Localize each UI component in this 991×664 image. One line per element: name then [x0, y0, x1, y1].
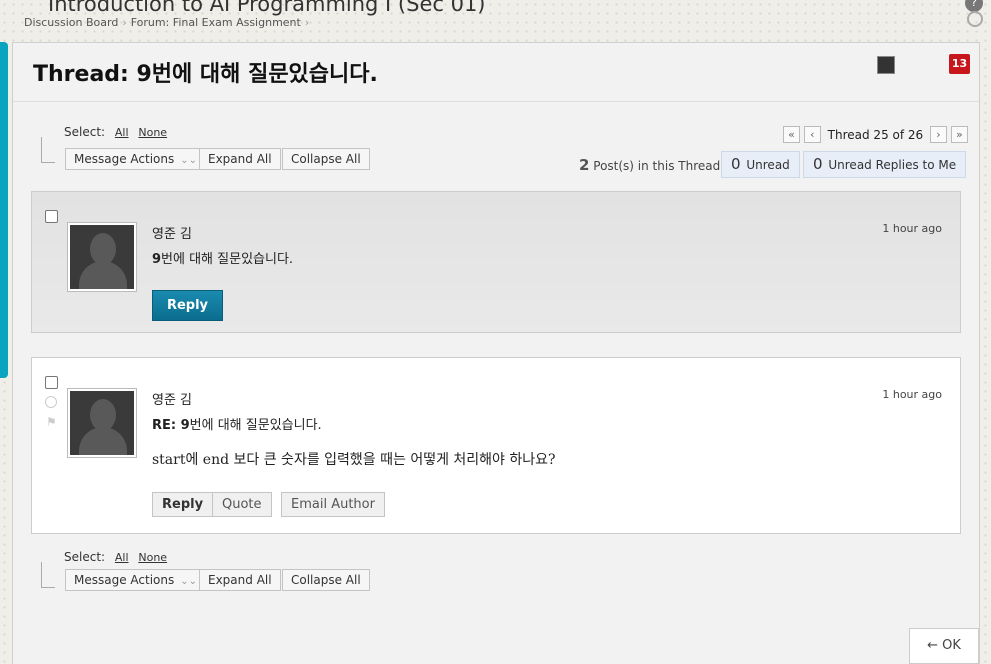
post-time: 1 hour ago	[882, 222, 942, 235]
collapse-all-button[interactable]: Collapse All	[282, 569, 370, 591]
select-all-link[interactable]: All	[115, 551, 129, 564]
notification-badge[interactable]: 13	[949, 54, 970, 74]
page-title: Thread: 9번에 대해 질문있습니다.	[33, 62, 378, 87]
post-count-value: 2	[579, 156, 590, 174]
unread-count: 0	[731, 155, 741, 173]
select-row: Select: All None	[64, 125, 167, 139]
breadcrumb-discussion-board[interactable]: Discussion Board	[24, 16, 118, 29]
pager-text: Thread 25 of 26	[827, 127, 924, 142]
select-none-link[interactable]: None	[138, 126, 167, 139]
course-title: Introduction to AI Programming Ⅰ (Sec 01…	[48, 0, 486, 16]
unread-label: Unread	[746, 158, 790, 172]
select-all-link[interactable]: All	[115, 126, 129, 139]
user-avatar-icon[interactable]	[877, 56, 895, 74]
select-row: Select: All None	[64, 550, 167, 564]
message-actions-button[interactable]: Message Actions ⌄⌄	[65, 569, 207, 591]
quote-button[interactable]: Quote	[212, 492, 272, 517]
post-body: start에 end 보다 큰 숫자를 입력했을 때는 어떻게 처리해야 하나요…	[152, 452, 556, 468]
chevron-left-icon[interactable]: ‹	[803, 126, 821, 143]
expand-all-button[interactable]: Expand All	[199, 569, 281, 591]
post-subject-prefix: 9	[152, 252, 162, 267]
course-menu-toggle[interactable]	[0, 42, 8, 378]
flag-icon[interactable]: ⚑	[46, 415, 57, 429]
breadcrumb: Discussion Board › Forum: Final Exam Assig…	[24, 16, 313, 29]
message-actions-label: Message Actions	[74, 152, 175, 166]
chevron-down-icon: ⌄⌄	[180, 576, 198, 587]
avatar	[68, 223, 136, 291]
chevron-down-icon: ⌄⌄	[180, 155, 198, 166]
posts-count: 2 Post(s) in this Thread	[579, 156, 720, 174]
collapse-all-button[interactable]: Collapse All	[282, 148, 370, 170]
post-subject: 9번에 대해 질문있습니다.	[152, 248, 293, 267]
double-chevron-right-icon[interactable]: »	[950, 126, 968, 143]
thread-pager: « ‹ Thread 25 of 26 › »	[783, 126, 968, 144]
post-item: 영준 김 9번에 대해 질문있습니다. 1 hour ago Reply	[31, 191, 961, 333]
post-subject: RE: 9번에 대해 질문있습니다.	[152, 414, 322, 433]
post-subject-text: 번에 대해 질문있습니다.	[161, 252, 294, 267]
select-label: Select:	[64, 550, 106, 564]
breadcrumb-separator-icon: ›	[304, 16, 310, 29]
ok-button[interactable]: ← OK	[909, 628, 979, 664]
double-chevron-left-icon[interactable]: «	[783, 126, 800, 143]
avatar	[68, 389, 136, 457]
post-author[interactable]: 영준 김	[152, 389, 192, 408]
post-subject-text: 번에 대해 질문있습니다.	[189, 418, 322, 433]
unread-replies-label: Unread Replies to Me	[828, 158, 957, 172]
read-status-icon[interactable]	[45, 396, 57, 408]
email-author-button[interactable]: Email Author	[281, 492, 385, 517]
chevron-right-icon[interactable]: ›	[930, 126, 947, 143]
post-item: ⚑ 영준 김 RE: 9번에 대해 질문있습니다. start에 end 보다 …	[31, 357, 961, 534]
thread-panel: Thread: 9번에 대해 질문있습니다. 13 Select: All No…	[12, 42, 980, 664]
breadcrumb-forum[interactable]: Forum: Final Exam Assignment	[131, 16, 301, 29]
select-none-link[interactable]: None	[138, 551, 167, 564]
bulk-action-arrow-icon	[41, 137, 55, 163]
post-subject-prefix: RE: 9	[152, 418, 190, 433]
reply-button[interactable]: Reply	[152, 492, 214, 517]
select-label: Select:	[64, 125, 106, 139]
expand-all-button[interactable]: Expand All	[199, 148, 281, 170]
unread-replies-count: 0	[813, 155, 823, 173]
unread-filter[interactable]: 0 Unread	[721, 151, 800, 178]
reply-button[interactable]: Reply	[152, 290, 223, 321]
post-checkbox[interactable]	[45, 376, 58, 389]
post-count-label: Post(s) in this Thread	[593, 159, 721, 173]
bulk-action-arrow-icon	[41, 562, 55, 588]
divider	[13, 101, 979, 102]
post-checkbox[interactable]	[45, 210, 58, 223]
power-icon[interactable]	[967, 11, 983, 27]
unread-replies-filter[interactable]: 0 Unread Replies to Me	[803, 151, 967, 178]
message-actions-label: Message Actions	[74, 573, 175, 587]
message-actions-button[interactable]: Message Actions ⌄⌄	[65, 148, 207, 170]
breadcrumb-separator-icon: ›	[122, 16, 127, 29]
post-time: 1 hour ago	[882, 388, 942, 401]
post-author[interactable]: 영준 김	[152, 223, 192, 242]
